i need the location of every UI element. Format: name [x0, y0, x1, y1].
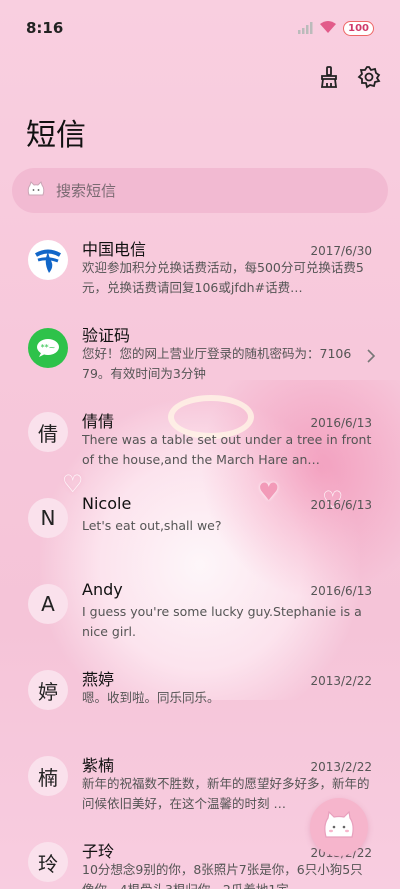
- contact-name: 子玲: [82, 842, 115, 861]
- cat-compose-icon: [321, 809, 357, 845]
- china-telecom-logo-icon: [28, 240, 68, 280]
- avatar: 倩: [28, 412, 68, 452]
- avatar: 楠: [28, 756, 68, 796]
- conversation-list: 中国电信 2017/6/30 欢迎参加积分兑换话费活动，每500分可兑换话费5元…: [0, 232, 400, 889]
- wifi-icon: [319, 19, 337, 38]
- conversation-item[interactable]: **~ 验证码 您好！您的网上营业厅登录的随机密码为：710679。有效时间为3…: [0, 318, 400, 404]
- contact-name: 紫楠: [82, 756, 115, 775]
- message-date: 2013/2/22: [310, 760, 372, 774]
- contact-name: Andy: [82, 580, 123, 599]
- avatar: N: [28, 498, 68, 538]
- message-date: 2013/2/22: [310, 674, 372, 688]
- contact-name: Nicole: [82, 494, 132, 513]
- message-snippet: 欢迎参加积分兑换话费活动，每500分可兑换话费5元，兑换话费请回复106或jfd…: [82, 260, 364, 295]
- message-snippet: Let's eat out,shall we?: [82, 518, 222, 533]
- conversation-item[interactable]: 婷 燕婷 2013/2/22 嗯。收到啦。同乐同乐。: [0, 662, 400, 748]
- settings-gear-icon[interactable]: [356, 64, 382, 90]
- conversation-item[interactable]: N Nicole 2016/6/13 Let's eat out,shall w…: [0, 490, 400, 576]
- clean-brush-icon[interactable]: [316, 64, 342, 90]
- conversation-item[interactable]: A Andy 2016/6/13 I guess you're some luc…: [0, 576, 400, 662]
- battery-indicator: 100: [343, 20, 374, 36]
- contact-name: 燕婷: [82, 670, 115, 689]
- message-snippet: I guess you're some lucky guy.Stephanie …: [82, 604, 362, 639]
- svg-text:**~: **~: [41, 343, 56, 352]
- message-snippet: 10分想念9别的你，8张照片7张是你，6只小狗5只像你，4根骨头3根归你，2瓜着…: [82, 862, 363, 889]
- avatar: 玲: [28, 842, 68, 882]
- message-bubble-icon: **~: [28, 328, 68, 368]
- chevron-right-icon[interactable]: [366, 348, 376, 367]
- search-bar[interactable]: 搜索短信: [12, 168, 388, 213]
- message-date: 2016/6/13: [310, 584, 372, 598]
- avatar: 婷: [28, 670, 68, 710]
- message-snippet: There was a table set out under a tree i…: [82, 432, 372, 467]
- page-title: 短信: [26, 118, 86, 153]
- contact-name: 验证码: [82, 326, 131, 345]
- message-date: 2017/6/30: [310, 244, 372, 258]
- message-snippet: 嗯。收到啦。同乐同乐。: [82, 690, 220, 705]
- message-date: 2016/6/13: [310, 416, 372, 430]
- contact-name: 倩倩: [82, 412, 115, 431]
- signal-icon: [297, 19, 313, 38]
- conversation-item[interactable]: 倩 倩倩 2016/6/13 There was a table set out…: [0, 404, 400, 490]
- status-time: 8:16: [26, 19, 64, 37]
- status-bar: 8:16 100: [0, 0, 400, 56]
- message-snippet: 您好！您的网上营业厅登录的随机密码为：710679。有效时间为3分钟: [82, 346, 352, 381]
- contact-name: 中国电信: [82, 240, 147, 259]
- compose-button[interactable]: [310, 798, 368, 856]
- search-placeholder: 搜索短信: [56, 182, 117, 200]
- message-date: 2016/6/13: [310, 498, 372, 512]
- search-cat-icon: [26, 180, 46, 201]
- avatar: A: [28, 584, 68, 624]
- conversation-item[interactable]: 中国电信 2017/6/30 欢迎参加积分兑换话费活动，每500分可兑换话费5元…: [0, 232, 400, 318]
